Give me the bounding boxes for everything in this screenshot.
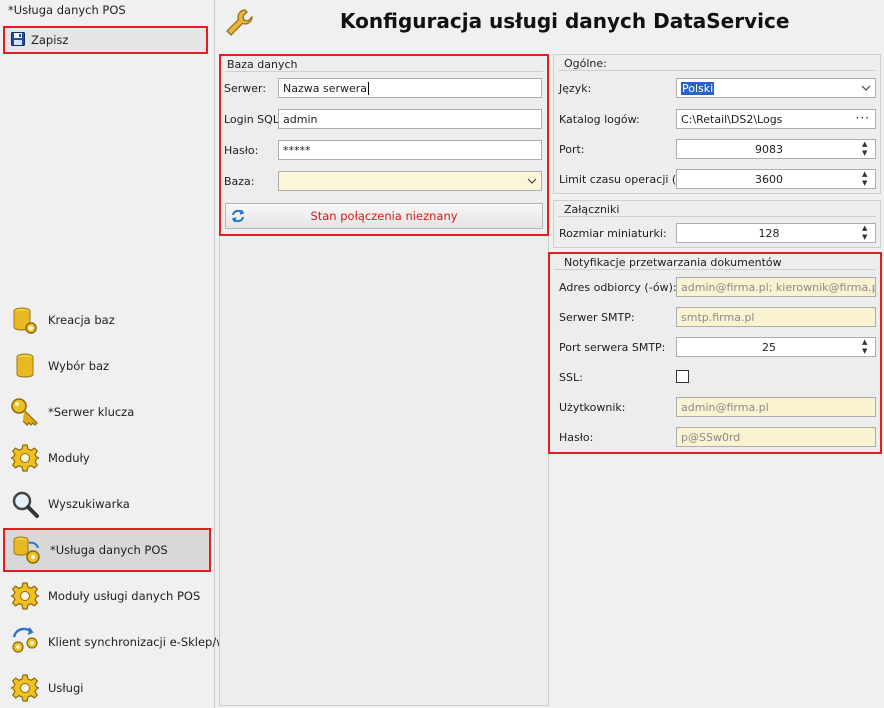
- thumbnail-size-stepper[interactable]: 128 ▲ ▼: [676, 223, 876, 243]
- general-group-title: Ogólne:: [564, 57, 607, 70]
- attachments-group-title: Załączniki: [564, 203, 620, 216]
- timeout-value: 3600: [755, 172, 783, 186]
- spin-up-icon[interactable]: ▲: [862, 339, 872, 346]
- text-caret: [368, 81, 370, 95]
- language-dropdown[interactable]: Polski: [676, 78, 876, 98]
- database-icon: [10, 351, 40, 381]
- sidebar-item-label: Klient synchronizacji e-Sklep/wszy: [48, 635, 245, 649]
- server-value: Nazwa serwera: [283, 81, 368, 95]
- language-value: Polski: [681, 81, 715, 95]
- refresh-icon: [230, 208, 246, 227]
- sidebar-item-klient-synchronizacji[interactable]: Klient synchronizacji e-Sklep/wszy: [0, 620, 244, 664]
- smtp-port-label: Port serwera SMTP:: [559, 341, 666, 354]
- database-sync-icon: [12, 535, 42, 565]
- sidebar-item-usluga-danych-pos[interactable]: *Usługa danych POS: [3, 528, 211, 572]
- timeout-stepper[interactable]: 3600 ▲ ▼: [676, 169, 876, 189]
- sync-gear-icon: [10, 627, 40, 657]
- port-value: 9083: [755, 142, 783, 156]
- floppy-disk-icon: [11, 31, 25, 49]
- server-label: Serwer:: [224, 82, 267, 95]
- smtp-password-input[interactable]: p@SSw0rd: [676, 427, 876, 447]
- gear-icon: [10, 581, 40, 611]
- thumbnail-size-value: 128: [758, 226, 780, 240]
- sidebar-item-label: *Serwer klucza: [48, 405, 135, 419]
- sidebar-item-label: Usługi: [48, 681, 84, 695]
- database-group-title: Baza danych: [227, 58, 298, 71]
- sidebar-item-label: Moduły usługi danych POS: [48, 589, 201, 603]
- page-title: Konfiguracja usługi danych DataService: [340, 9, 790, 33]
- ssl-checkbox[interactable]: [676, 370, 689, 383]
- spin-buttons[interactable]: ▲ ▼: [862, 225, 872, 241]
- logs-dir-value: C:\Retail\DS2\Logs: [681, 112, 783, 126]
- spin-buttons[interactable]: ▲ ▼: [862, 171, 872, 187]
- sidebar-item-kreacja-baz[interactable]: Kreacja baz: [0, 298, 215, 342]
- connection-status-label: Stan połączenia nieznany: [310, 209, 458, 223]
- sidebar-item-label: Moduły: [48, 451, 90, 465]
- gear-icon: [10, 673, 40, 703]
- chevron-down-icon: [861, 82, 871, 94]
- language-label: Język:: [559, 82, 592, 95]
- sidebar-item-label: *Usługa danych POS: [50, 543, 168, 557]
- notifications-group-title: Notyfikacje przetwarzania dokumentów: [564, 256, 782, 269]
- key-icon: [10, 397, 40, 427]
- spin-down-icon[interactable]: ▼: [862, 150, 872, 157]
- group-divider: [554, 269, 876, 270]
- ssl-label: SSL:: [559, 371, 583, 384]
- chevron-down-icon: [527, 175, 537, 187]
- logs-dir-input[interactable]: C:\Retail\DS2\Logs ···: [676, 109, 876, 129]
- group-divider: [558, 216, 876, 217]
- login-label: Login SQL:: [224, 113, 283, 126]
- gear-icon: [10, 443, 40, 473]
- smtp-user-input[interactable]: admin@firma.pl: [676, 397, 876, 417]
- sidebar: *Usługa danych POS Zapisz Kreacja baz Wy…: [0, 0, 244, 708]
- logs-dir-label: Katalog logów:: [559, 113, 640, 126]
- smtp-port-stepper[interactable]: 25 ▲ ▼: [676, 337, 876, 357]
- port-stepper[interactable]: 9083 ▲ ▼: [676, 139, 876, 159]
- spin-up-icon[interactable]: ▲: [862, 141, 872, 148]
- server-input[interactable]: Nazwa serwera: [278, 78, 542, 98]
- spin-up-icon[interactable]: ▲: [862, 171, 872, 178]
- smtp-port-value: 25: [762, 340, 776, 354]
- login-input[interactable]: admin: [278, 109, 542, 129]
- spin-up-icon[interactable]: ▲: [862, 225, 872, 232]
- spin-buttons[interactable]: ▲ ▼: [862, 339, 872, 355]
- sidebar-item-label: Kreacja baz: [48, 313, 115, 327]
- save-button[interactable]: Zapisz: [3, 26, 208, 54]
- sidebar-item-wybor-baz[interactable]: Wybór baz: [0, 344, 215, 388]
- browse-button[interactable]: ···: [856, 111, 870, 125]
- spin-down-icon[interactable]: ▼: [862, 348, 872, 355]
- connection-status-button[interactable]: Stan połączenia nieznany: [225, 203, 543, 229]
- recipients-label: Adres odbiorcy (-ów):: [559, 281, 677, 294]
- recipients-input[interactable]: admin@firma.pl; kierownik@firma.pl: [676, 277, 876, 297]
- database-gear-icon: [10, 305, 40, 335]
- database-dropdown[interactable]: [278, 171, 542, 191]
- port-label: Port:: [559, 143, 585, 156]
- sidebar-item-label: Wyszukiwarka: [48, 497, 130, 511]
- sidebar-item-uslugi[interactable]: Usługi: [0, 666, 215, 708]
- password-input[interactable]: *****: [278, 140, 542, 160]
- spin-down-icon[interactable]: ▼: [862, 180, 872, 187]
- sidebar-item-wyszukiwarka[interactable]: Wyszukiwarka: [0, 482, 215, 526]
- wrench-icon: [225, 8, 255, 41]
- save-button-label: Zapisz: [31, 33, 69, 47]
- user-label: Użytkownik:: [559, 401, 626, 414]
- smtp-server-label: Serwer SMTP:: [559, 311, 635, 324]
- timeout-label: Limit czasu operacji (s):: [559, 173, 690, 186]
- sidebar-item-moduly-uslugi-danych-pos[interactable]: Moduły usługi danych POS: [0, 574, 215, 618]
- spin-down-icon[interactable]: ▼: [862, 234, 872, 241]
- password-label: Hasło:: [224, 144, 259, 157]
- thumbnail-size-label: Rozmiar miniaturki:: [559, 227, 667, 240]
- database-label: Baza:: [224, 175, 255, 188]
- smtp-server-input[interactable]: smtp.firma.pl: [676, 307, 876, 327]
- group-divider: [558, 70, 876, 71]
- sidebar-item-label: Wybór baz: [48, 359, 110, 373]
- magnifier-icon: [10, 489, 40, 519]
- group-divider: [225, 71, 543, 72]
- sidebar-title: *Usługa danych POS: [8, 3, 126, 17]
- smtp-password-label: Hasło:: [559, 431, 594, 444]
- sidebar-item-moduly[interactable]: Moduły: [0, 436, 215, 480]
- spin-buttons[interactable]: ▲ ▼: [862, 141, 872, 157]
- sidebar-item-serwer-klucza[interactable]: *Serwer klucza: [0, 390, 215, 434]
